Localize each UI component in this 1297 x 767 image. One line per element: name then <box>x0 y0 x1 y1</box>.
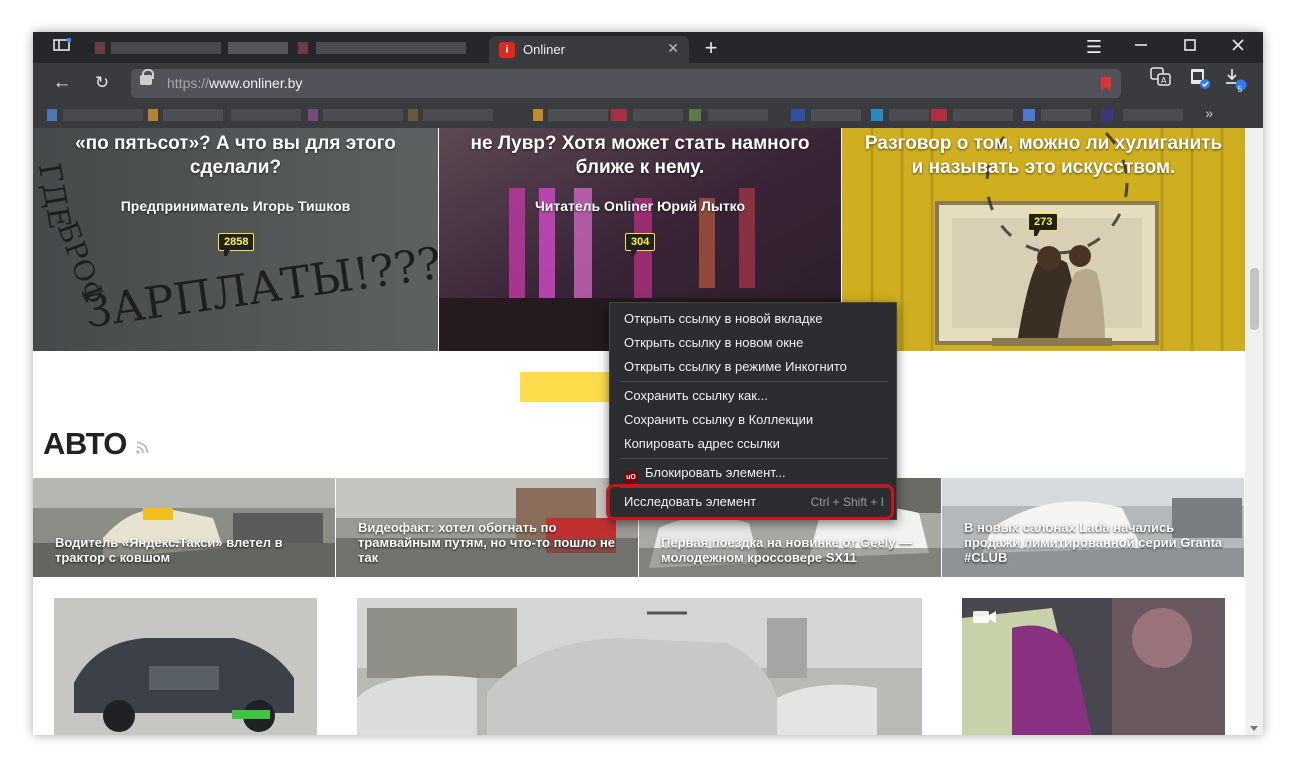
news-title[interactable]: В новых салонах Lada начались продажи ли… <box>964 520 1234 565</box>
browser-window: i Onliner ✕ + ☰ ← ↻ https://www.onliner.… <box>33 32 1263 735</box>
news-title[interactable]: Водитель «Яндекс.Такси» влетел в трактор… <box>55 535 325 565</box>
news-thumbnail-3[interactable] <box>962 598 1225 735</box>
rss-icon[interactable] <box>136 441 149 454</box>
sidebar-toggle-icon[interactable] <box>47 32 77 63</box>
car-accident-photo-image <box>357 598 922 735</box>
news-thumbnail-1[interactable] <box>54 598 317 735</box>
menu-item-open-new-window[interactable]: Открыть ссылку в новом окне <box>610 331 896 355</box>
bookmarks-overflow-chevron-icon[interactable]: » <box>1205 105 1213 121</box>
collections-icon[interactable] <box>1185 67 1215 100</box>
menu-item-save-link-as[interactable]: Сохранить ссылку как... <box>610 384 896 408</box>
news-card-2[interactable]: Видеофакт: хотел обогнать по трамвайным … <box>336 478 638 577</box>
scrollbar-thumb[interactable] <box>1250 268 1259 330</box>
hero-title[interactable]: не Лувр? Хотя может стать намного ближе … <box>439 132 841 180</box>
tab-onliner[interactable]: i Onliner ✕ <box>489 36 689 63</box>
inspect-highlight-outline <box>606 484 894 520</box>
news-title[interactable]: Видеофакт: хотел обогнать по трамвайным … <box>358 520 628 565</box>
menu-item-block-element[interactable]: uO Блокировать элемент... <box>610 461 896 485</box>
menu-item-open-new-tab[interactable]: Открыть ссылку в новой вкладке <box>610 307 896 331</box>
hero-author: Читатель Onliner Юрий Лытко <box>534 198 746 214</box>
onliner-favicon-icon: i <box>499 42 515 58</box>
menu-separator <box>620 458 888 459</box>
comment-count-badge[interactable]: 2858 <box>218 233 255 256</box>
menu-item-label: Блокировать элемент... <box>645 465 786 480</box>
menu-item-open-incognito[interactable]: Открыть ссылку в режиме Инкогнито <box>610 355 896 379</box>
back-arrow-icon[interactable]: ← <box>47 67 77 98</box>
video-camera-icon <box>972 608 998 626</box>
maximize-icon[interactable] <box>1175 32 1205 63</box>
hero-title[interactable]: Разговор о том, можно ли хулиганить и на… <box>842 132 1245 180</box>
tab-title: Onliner <box>523 42 565 57</box>
url-bar[interactable]: https://www.onliner.by <box>131 69 1121 98</box>
menu-item-save-to-collections[interactable]: Сохранить ссылку в Коллекции <box>610 408 896 432</box>
page-scrollbar[interactable] <box>1245 128 1263 735</box>
news-card-4[interactable]: В новых салонах Lada начались продажи ли… <box>942 478 1244 577</box>
section-title-avto[interactable]: АВТО <box>43 426 127 462</box>
news-card-1[interactable]: Водитель «Яндекс.Такси» влетел в трактор… <box>33 478 335 577</box>
new-tab-plus-icon[interactable]: + <box>696 32 726 63</box>
translate-icon[interactable]: A <box>1146 67 1176 98</box>
address-toolbar: ← ↻ https://www.onliner.by A 5 <box>33 63 1263 103</box>
url-text[interactable]: https://www.onliner.by <box>167 75 302 91</box>
comment-count-badge[interactable]: 304 <box>625 233 656 256</box>
ublock-icon: uO <box>624 471 638 485</box>
menu-separator <box>620 381 888 382</box>
minimize-icon[interactable] <box>1126 32 1156 63</box>
menu-item-copy-link[interactable]: Копировать адрес ссылки <box>610 432 896 456</box>
hero-author: Предприниматель Игорь Тишков <box>120 198 351 214</box>
suv-photo-image <box>54 598 317 735</box>
comment-count-badge[interactable]: 273 <box>1028 213 1059 236</box>
hero-card-3[interactable]: Разговор о том, можно ли хулиганить и на… <box>842 128 1245 351</box>
hero-title[interactable]: «по пятьсот»? А что вы для этого сделали… <box>33 132 438 180</box>
menu-hamburger-icon[interactable]: ☰ <box>1079 32 1109 63</box>
tab-close-icon[interactable]: ✕ <box>667 40 679 57</box>
bookmark-icon[interactable] <box>1101 77 1111 91</box>
close-window-icon[interactable] <box>1223 32 1253 63</box>
tab-bar: i Onliner ✕ + ☰ <box>33 32 1263 63</box>
reload-icon[interactable]: ↻ <box>87 67 117 98</box>
lock-icon[interactable] <box>140 69 154 85</box>
news-title[interactable]: Первая поездка на новинке от Geely — мол… <box>661 535 931 565</box>
video-still-image <box>962 598 1225 735</box>
downloads-icon[interactable]: 5 <box>1221 67 1251 102</box>
hero-card-1[interactable]: ЗАРПЛАТЫ!??? ГДЕ БРОФ «по пятьсот»? А чт… <box>33 128 438 351</box>
bookmarks-bar: » <box>33 103 1263 128</box>
news-thumbnail-2[interactable] <box>357 598 922 735</box>
download-count: 5 <box>1237 85 1243 94</box>
svg-text:A: A <box>1161 76 1167 85</box>
scroll-down-arrow-icon[interactable] <box>1250 726 1258 731</box>
